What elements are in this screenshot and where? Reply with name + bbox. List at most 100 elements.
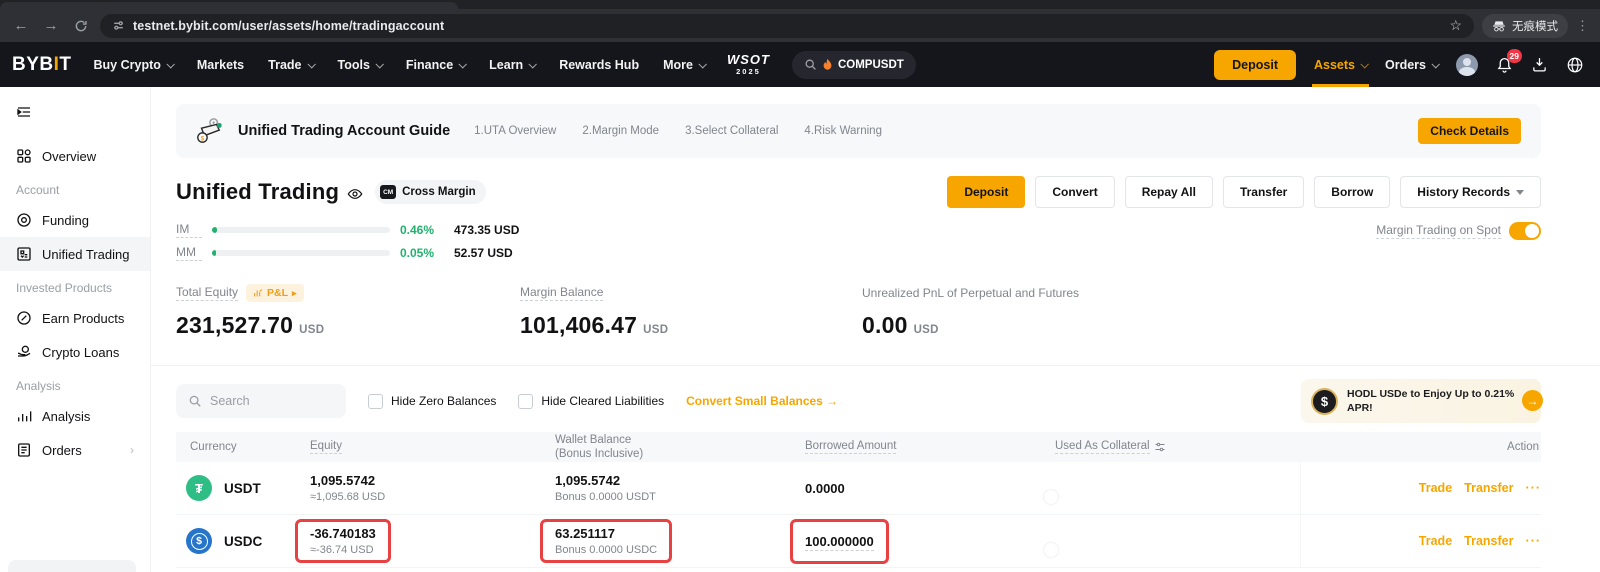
nav-item-assets[interactable]: Assets xyxy=(1314,42,1367,87)
header-equity[interactable]: Equity xyxy=(310,440,555,454)
transfer-link[interactable]: Transfer xyxy=(1464,534,1513,548)
borrow-button[interactable]: Borrow xyxy=(1314,176,1390,208)
nav-deposit-button[interactable]: Deposit xyxy=(1214,50,1296,80)
account-actions: Deposit Convert Repay All Transfer Borro… xyxy=(947,176,1541,208)
guide-step-2[interactable]: 2.Margin Mode xyxy=(582,125,659,137)
equity-value: 1,095.5742 xyxy=(310,473,555,488)
sidebar-collapse-button[interactable] xyxy=(0,105,150,119)
wsot-2025-logo[interactable]: WSOT 2025 xyxy=(727,53,770,76)
hide-zero-balances-checkbox[interactable]: Hide Zero Balances xyxy=(368,394,496,409)
incognito-icon xyxy=(1492,20,1506,32)
sidebar-item-crypto-loans[interactable]: Crypto Loans xyxy=(0,335,150,369)
header-borrowed-amount[interactable]: Borrowed Amount xyxy=(805,440,1055,454)
usde-promo-banner[interactable]: $ HODL USDe to Enjoy Up to 0.21% APR! → xyxy=(1301,379,1541,423)
bookmark-star-icon[interactable]: ☆ xyxy=(1449,17,1462,34)
transfer-button[interactable]: Transfer xyxy=(1223,176,1304,208)
sidebar-item-label: Funding xyxy=(42,213,89,228)
chevron-right-icon: › xyxy=(130,443,134,457)
trade-link[interactable]: Trade xyxy=(1419,534,1452,548)
hide-cleared-liabilities-checkbox[interactable]: Hide Cleared Liabilities xyxy=(518,394,664,409)
nav-item-finance[interactable]: Finance xyxy=(406,58,465,72)
nav-search[interactable]: COMPUSDT xyxy=(792,51,916,79)
table-row-usdt: ₮ USDT 1,095.5742 ≈1,095.68 USD 1,095.57… xyxy=(176,462,1541,515)
mm-percent: 0.05% xyxy=(400,246,444,260)
chevron-down-icon xyxy=(1360,60,1368,68)
nav-item-rewards-hub[interactable]: Rewards Hub xyxy=(559,58,639,72)
incognito-badge: 无痕模式 xyxy=(1482,14,1568,38)
currency-cell: $ USDC xyxy=(176,528,310,554)
bonus-value: Bonus 0.0000 USDC xyxy=(555,544,657,556)
nav-item-orders[interactable]: Orders xyxy=(1385,58,1438,72)
margin-mode-label: Cross Margin xyxy=(402,186,476,198)
repay-all-button[interactable]: Repay All xyxy=(1125,176,1213,208)
convert-small-balances-link[interactable]: Convert Small Balances → xyxy=(686,394,838,408)
bybit-logo[interactable]: BYBIT xyxy=(12,54,72,76)
url-bar[interactable]: testnet.bybit.com/user/assets/home/tradi… xyxy=(100,14,1474,38)
globe-icon[interactable] xyxy=(1566,56,1584,74)
wallet-value: 63.251117 xyxy=(555,526,657,541)
nav-item-buy-crypto[interactable]: Buy Crypto xyxy=(94,58,173,72)
back-button[interactable]: ← xyxy=(10,15,32,37)
guide-step-4[interactable]: 4.Risk Warning xyxy=(804,125,882,137)
trade-link[interactable]: Trade xyxy=(1419,481,1452,495)
more-actions-icon[interactable]: ··· xyxy=(1526,534,1542,548)
avatar[interactable] xyxy=(1456,54,1478,76)
chevron-down-icon xyxy=(375,60,383,68)
download-icon[interactable] xyxy=(1531,56,1548,73)
guide-illustration-icon: $ xyxy=(194,117,224,145)
funding-coin-icon xyxy=(16,212,32,228)
header-used-as-collateral[interactable]: Used As Collateral xyxy=(1055,440,1300,454)
sidebar-item-label: Earn Products xyxy=(42,311,124,326)
mm-label: MM xyxy=(176,245,202,261)
equity-cell: 1,095.5742 ≈1,095.68 USD xyxy=(310,473,555,503)
more-actions-icon[interactable]: ··· xyxy=(1526,481,1542,495)
history-records-button[interactable]: History Records xyxy=(1400,176,1541,208)
pnl-badge[interactable]: P&L▸ xyxy=(246,284,304,302)
margin-mode-badge[interactable]: CM Cross Margin xyxy=(375,180,486,204)
nav-item-learn[interactable]: Learn xyxy=(489,58,535,72)
sidebar-item-orders[interactable]: Orders › xyxy=(0,433,150,467)
browser-menu-button[interactable]: ⋮ xyxy=(1576,18,1590,34)
browser-tab[interactable] xyxy=(0,2,458,9)
currency-symbol: USDT xyxy=(224,481,261,496)
sidebar-item-analysis[interactable]: Analysis xyxy=(0,399,150,433)
flame-icon xyxy=(822,58,833,71)
transfer-link[interactable]: Transfer xyxy=(1464,481,1513,495)
collateral-settings-icon[interactable] xyxy=(1154,441,1166,453)
assets-active-underline xyxy=(1312,84,1369,87)
guide-step-1[interactable]: 1.UTA Overview xyxy=(474,125,556,137)
nav-item-tools[interactable]: Tools xyxy=(338,58,382,72)
forward-button[interactable]: → xyxy=(40,15,62,37)
sidebar-item-label: Analysis xyxy=(42,409,90,424)
promo-arrow-button[interactable]: → xyxy=(1522,390,1543,411)
guide-step-3[interactable]: 3.Select Collateral xyxy=(685,125,778,137)
search-input[interactable] xyxy=(210,394,320,408)
sidebar-item-label: Overview xyxy=(42,149,96,164)
eye-icon[interactable] xyxy=(347,186,363,202)
spot-margin-toggle[interactable] xyxy=(1509,222,1541,240)
check-details-button[interactable]: Check Details xyxy=(1418,118,1521,144)
reload-button[interactable] xyxy=(70,15,92,37)
nav-item-markets[interactable]: Markets xyxy=(197,58,244,72)
header-wallet-balance: Wallet Balance(Bonus Inclusive) xyxy=(555,433,805,462)
sidebar-item-unified-trading[interactable]: Unified Trading xyxy=(0,237,150,271)
header-currency: Currency xyxy=(176,441,310,453)
sidebar-footer-card xyxy=(8,560,136,572)
table-header: Currency Equity Wallet Balance(Bonus Inc… xyxy=(176,432,1541,462)
sidebar-item-earn-products[interactable]: Earn Products xyxy=(0,301,150,335)
sidebar-item-funding[interactable]: Funding xyxy=(0,203,150,237)
overview-grid-icon xyxy=(16,148,32,164)
convert-button[interactable]: Convert xyxy=(1035,176,1114,208)
notifications-button[interactable]: 29 xyxy=(1496,56,1513,74)
nav-item-trade[interactable]: Trade xyxy=(268,58,313,72)
deposit-button[interactable]: Deposit xyxy=(947,176,1025,208)
sidebar-item-label: Crypto Loans xyxy=(42,345,119,360)
sidebar-item-overview[interactable]: Overview xyxy=(0,139,150,173)
asset-search[interactable] xyxy=(176,384,346,418)
incognito-label: 无痕模式 xyxy=(1512,18,1558,34)
nav-item-more[interactable]: More xyxy=(663,58,705,72)
guide-steps: 1.UTA Overview 2.Margin Mode 3.Select Co… xyxy=(474,125,882,137)
site-info-icon[interactable] xyxy=(112,19,125,32)
sidebar-item-label: Unified Trading xyxy=(42,247,129,262)
checkbox-icon xyxy=(368,394,383,409)
